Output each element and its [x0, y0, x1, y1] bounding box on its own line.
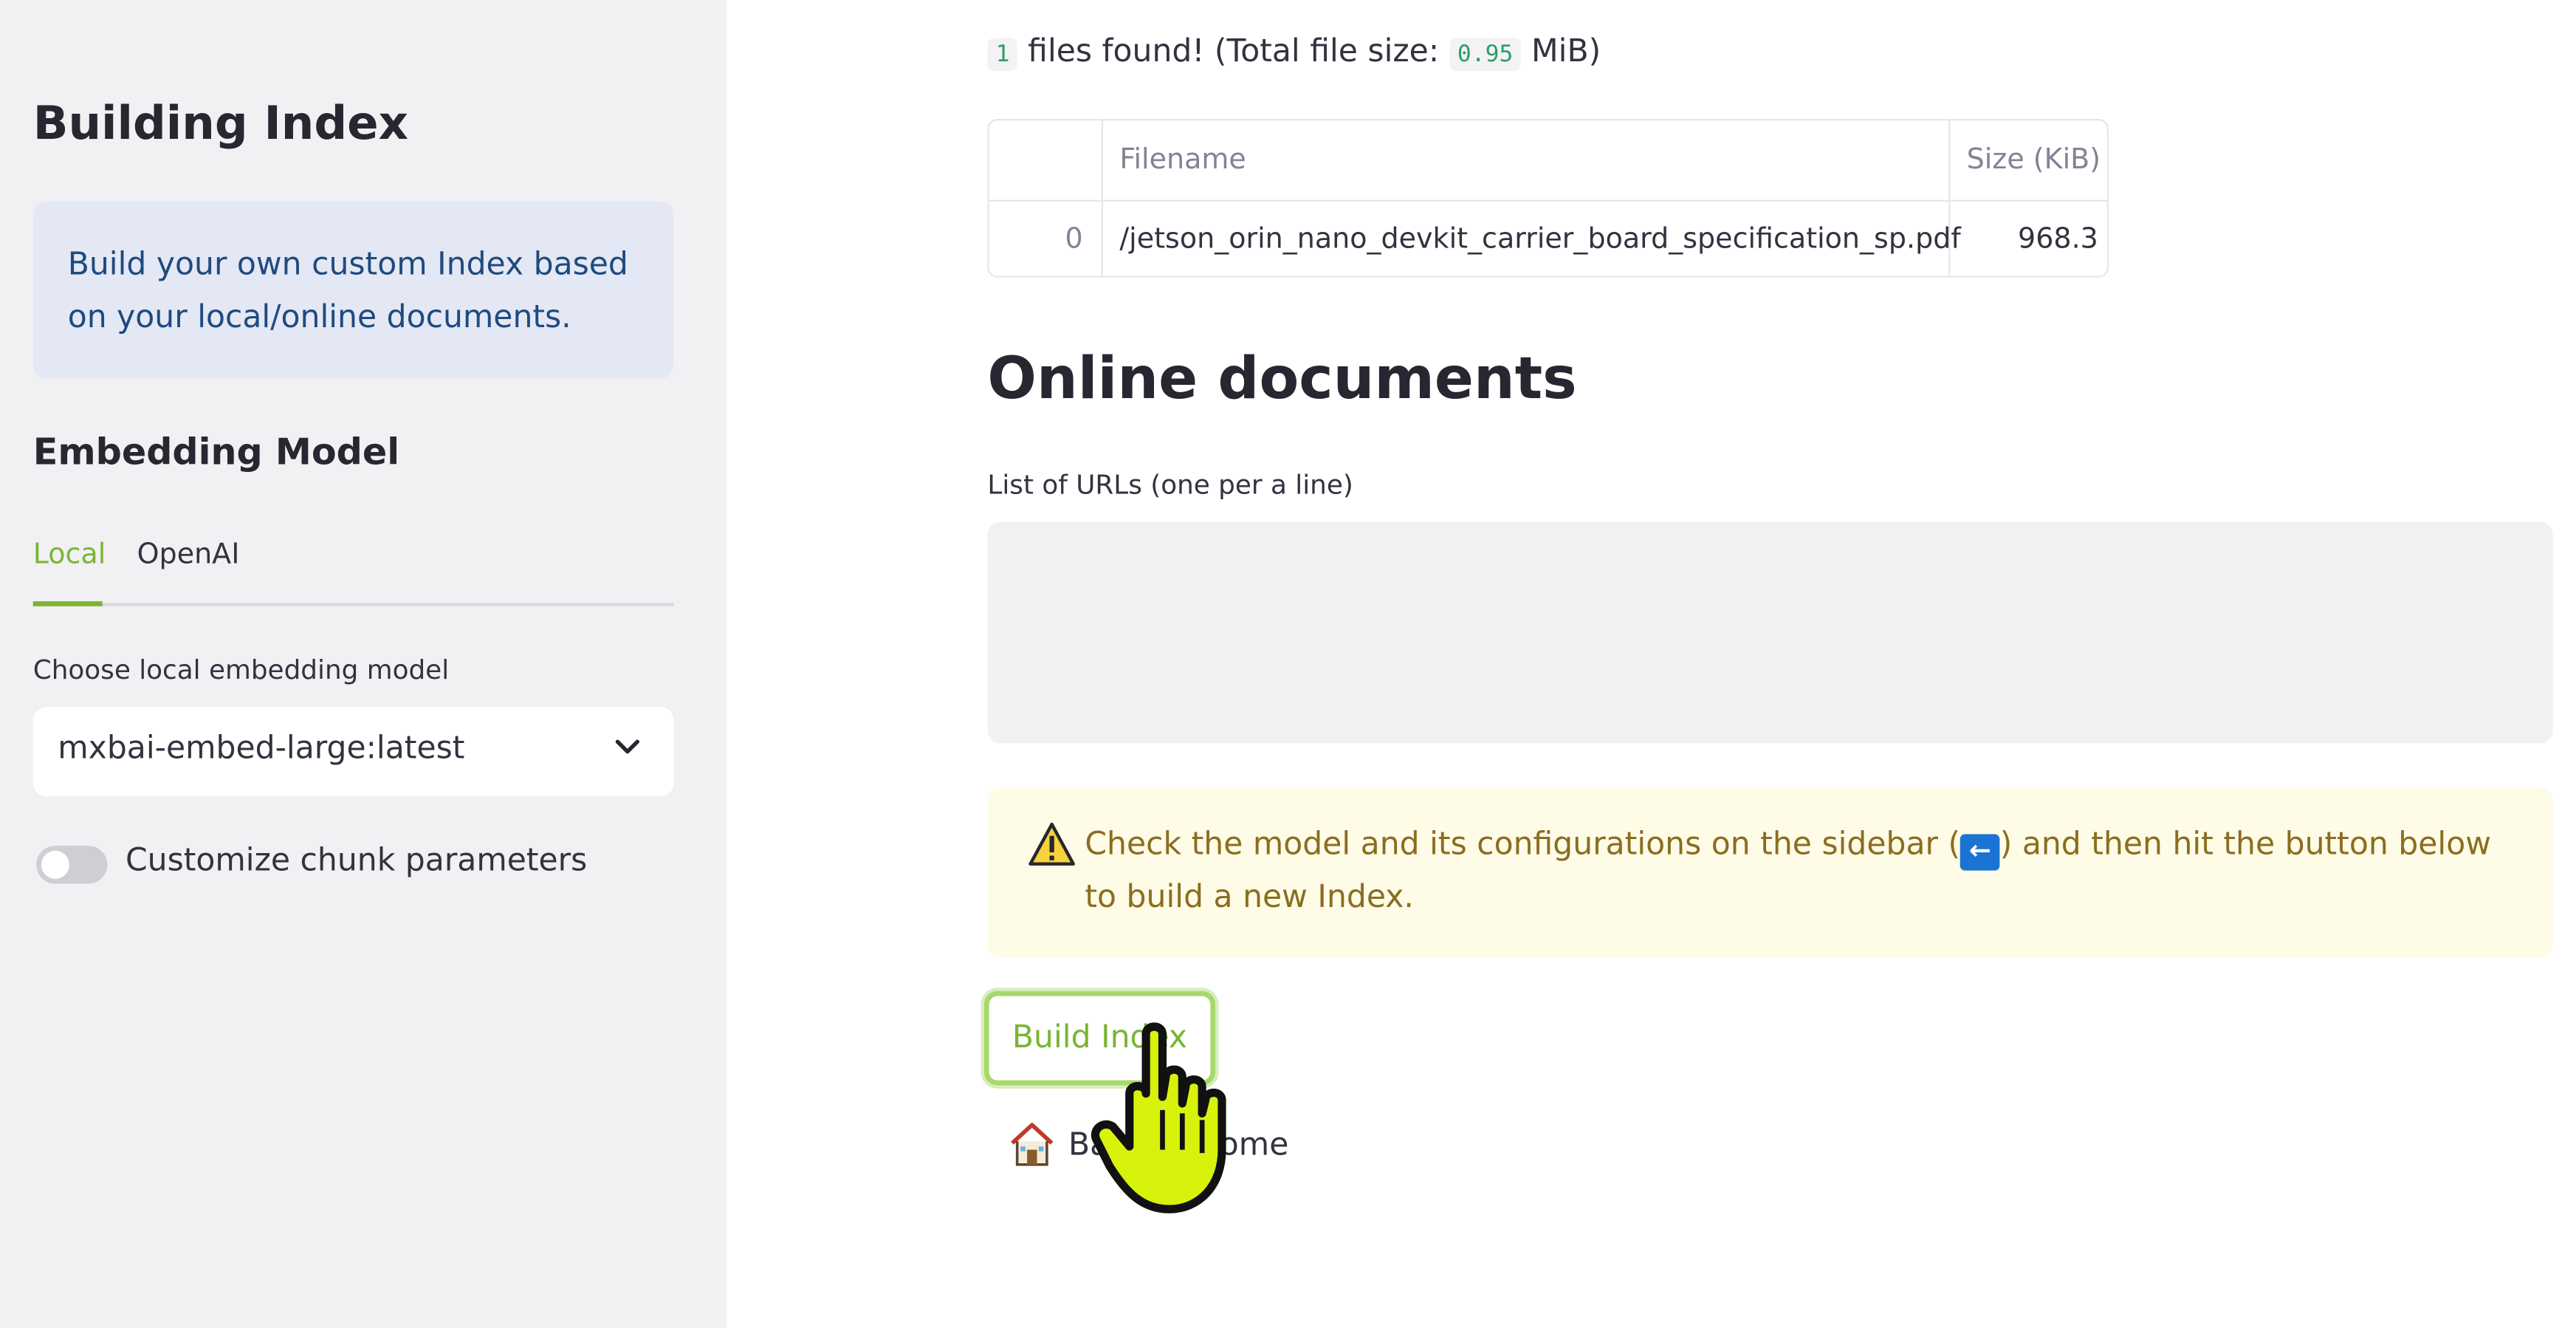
column-header-size[interactable]: Size (KiB) — [1967, 144, 2101, 177]
hand-cursor-icon — [1090, 1022, 1226, 1214]
tab-divider — [32, 603, 674, 606]
total-size: 0.95 — [1449, 38, 1522, 72]
embedding-model-value: mxbai-embed-large:latest — [58, 730, 465, 767]
files-table: Filename Size (KiB) 0 /jetson_orin_nano_… — [987, 119, 2109, 278]
warning-icon — [1028, 822, 1075, 866]
tab-local[interactable]: Local — [33, 538, 106, 572]
warning-text-start: Check the model and its configurations o… — [1085, 826, 1961, 863]
embedding-model-heading: Embedding Model — [32, 432, 400, 474]
table-col-divider — [1101, 120, 1103, 276]
table-row-divider — [989, 199, 2107, 202]
chevron-down-icon — [615, 739, 639, 754]
files-found-text: 1 files found! (Total file size: 0.95 Mi… — [987, 32, 1601, 72]
warning-box: Check the model and its configurations o… — [987, 787, 2553, 959]
row-filename[interactable]: /jetson_orin_nano_devkit_carrier_board_s… — [1119, 223, 1960, 256]
active-tab-indicator — [32, 601, 103, 606]
column-header-filename[interactable]: Filename — [1119, 144, 1246, 177]
files-count: 1 — [987, 38, 1018, 72]
toggle-knob — [41, 850, 69, 879]
embedding-tabs: Local OpenAI — [32, 538, 674, 608]
house-icon — [1011, 1123, 1054, 1166]
model-select-label: Choose local embedding model — [32, 654, 450, 686]
main-content: 1 files found! (Total file size: 0.95 Mi… — [727, 0, 2576, 1328]
chunk-toggle-label: Customize chunk parameters — [125, 842, 588, 879]
row-index: 0 — [1065, 222, 1083, 256]
sidebar-title: Building Index — [32, 95, 409, 151]
online-documents-heading: Online documents — [987, 346, 1577, 414]
info-box: Build your own custom Index based on you… — [32, 201, 674, 379]
left-arrow-icon: ← — [1960, 834, 2000, 871]
chunk-params-toggle[interactable] — [36, 846, 108, 884]
size-unit: MiB) — [1531, 32, 1601, 69]
urls-textarea[interactable] — [987, 521, 2553, 744]
files-found-label: files found! (Total file size: — [1028, 32, 1440, 69]
warning-text: Check the model and its configurations o… — [1085, 818, 2521, 923]
tab-openai[interactable]: OpenAI — [137, 538, 240, 572]
embedding-model-select[interactable]: mxbai-embed-large:latest — [32, 707, 674, 796]
row-size[interactable]: 968.3 — [2018, 223, 2098, 256]
sidebar: Building Index Build your own custom Ind… — [0, 0, 727, 1328]
urls-label: List of URLs (one per a line) — [987, 469, 1353, 501]
